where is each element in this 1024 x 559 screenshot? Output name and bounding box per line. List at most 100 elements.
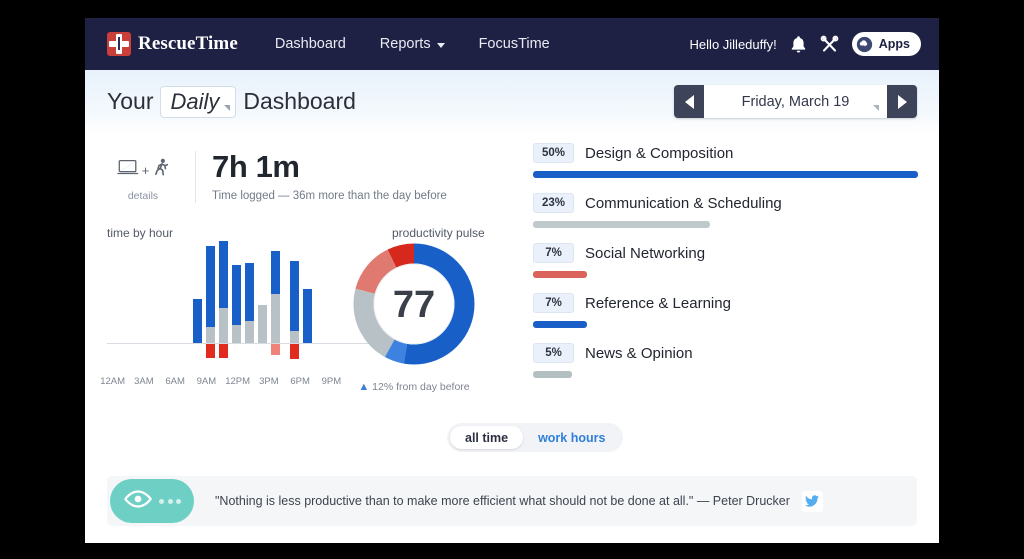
eye-pill[interactable] [110, 479, 194, 523]
nav-item-focustime[interactable]: FocusTime [462, 36, 567, 52]
bar-segment-productive [271, 251, 280, 294]
bar-segment-productive [290, 261, 299, 331]
brand-logo[interactable]: RescueTime [107, 32, 238, 56]
device-icons: + [107, 157, 179, 183]
category-bar-track [533, 171, 918, 178]
pulse-delta: ▲ 12% from day before [353, 381, 475, 393]
user-greeting: Hello Jilleduffy! [690, 37, 777, 52]
nav-item-reports[interactable]: Reports [363, 36, 462, 52]
category-name: Design & Composition [585, 145, 733, 162]
plus-sign: + [142, 163, 150, 178]
chart-bar[interactable] [219, 241, 228, 343]
category-bar [533, 221, 710, 228]
axis-tick-label: 12PM [222, 376, 253, 387]
category-percent: 5% [533, 343, 574, 363]
chart-baseline [107, 343, 379, 344]
chart-bar[interactable] [271, 251, 280, 343]
category-item[interactable]: 23% Communication & Scheduling [533, 193, 918, 228]
running-person-icon [152, 158, 169, 182]
summary-divider [195, 151, 196, 203]
bar-segment-productive [303, 289, 312, 343]
total-time-subtitle: Time logged — 36m more than the day befo… [212, 190, 447, 202]
category-item[interactable]: 7%Social Networking [533, 243, 918, 278]
chart-bar[interactable] [206, 246, 215, 343]
bar-segment-neutral [258, 305, 267, 343]
chart-bar[interactable] [258, 305, 267, 343]
chart-bar[interactable] [232, 265, 241, 343]
chart-bar[interactable] [193, 299, 202, 343]
productivity-pulse-donut: 77 [353, 243, 475, 365]
chart-bar[interactable] [245, 263, 254, 343]
page-title-bar: Your Daily Dashboard Friday, March 19 [85, 70, 939, 133]
productivity-pulse-label: productivity pulse [392, 226, 485, 240]
apps-button-label: Apps [879, 37, 910, 51]
cloud-arrow-icon [856, 36, 873, 53]
bar-segment-neutral [245, 321, 254, 343]
category-item[interactable]: 7%Reference & Learning [533, 293, 918, 328]
category-item[interactable]: 5% News & Opinion [533, 343, 918, 378]
page-title-prefix: Your [107, 88, 153, 115]
category-bar-track [533, 371, 918, 378]
apps-button[interactable]: Apps [852, 32, 921, 56]
category-bar-track [533, 271, 918, 278]
chart-bar[interactable] [290, 261, 299, 343]
eye-icon [123, 489, 153, 514]
chevron-down-icon [437, 43, 445, 48]
details-label: details [107, 190, 179, 202]
bar-segment-distracting [206, 344, 215, 358]
bar-segment-neutral [290, 331, 299, 343]
chart-x-axis: 12AM3AM6AM9AM12PM3PM6PM9PM [97, 376, 347, 387]
category-percent: 23% [533, 193, 574, 213]
quote-banner: "Nothing is less productive than to make… [107, 476, 917, 526]
date-prev-button[interactable] [674, 85, 704, 118]
dashboard-content: + details 7h 1m Time logged — 36m more t… [85, 133, 939, 543]
nav-item-reports-label: Reports [380, 36, 431, 52]
bar-segment-neutral [219, 308, 228, 343]
axis-tick-label: 12AM [97, 376, 128, 387]
up-arrow-icon: ▲ [358, 381, 369, 393]
bar-segment-productive [219, 241, 228, 308]
nav-links: Dashboard Reports FocusTime [258, 36, 567, 52]
nav-item-dashboard[interactable]: Dashboard [258, 36, 363, 52]
category-name: News & Opinion [585, 345, 693, 362]
nav-right-group: Hello Jilleduffy! [690, 32, 921, 56]
bar-segment-neutral [232, 325, 241, 343]
total-time-value: 7h 1m [212, 151, 447, 184]
chart-bar[interactable] [303, 289, 312, 343]
category-bar [533, 371, 572, 378]
letterbox-top [0, 0, 1024, 18]
category-bar-track [533, 221, 918, 228]
twitter-icon[interactable] [802, 491, 823, 512]
bar-segment-distracting [271, 344, 280, 355]
time-logged-block: 7h 1m Time logged — 36m more than the da… [212, 151, 447, 202]
quote-text: "Nothing is less productive than to make… [215, 494, 790, 508]
axis-tick-label: 3AM [128, 376, 159, 387]
dashboard-scope-select[interactable]: Daily [160, 86, 236, 118]
date-picker: Friday, March 19 [674, 85, 917, 118]
toggle-option-all-time[interactable]: all time [450, 426, 523, 449]
category-bar-track [533, 321, 918, 328]
axis-tick-label: 6PM [285, 376, 316, 387]
toggle-option-work-hours[interactable]: work hours [523, 426, 620, 449]
axis-tick-label: 9PM [316, 376, 347, 387]
category-bar [533, 271, 587, 278]
category-name: Reference & Learning [585, 295, 731, 312]
details-button[interactable]: + details [107, 151, 179, 202]
tools-icon[interactable] [820, 35, 839, 54]
date-display[interactable]: Friday, March 19 [704, 85, 887, 118]
nav-item-focustime-label: FocusTime [479, 36, 550, 52]
pulse-delta-text: 12% from day before [372, 381, 469, 393]
category-item[interactable]: 50%Design & Composition [533, 143, 918, 178]
bar-segment-productive [193, 299, 202, 343]
category-name: Communication & Scheduling [585, 195, 782, 212]
bar-segment-distracting [290, 344, 299, 359]
page-title-suffix: Dashboard [243, 88, 356, 115]
axis-tick-label: 3PM [253, 376, 284, 387]
bar-segment-productive [232, 265, 241, 325]
bar-segment-neutral [271, 294, 280, 343]
axis-tick-label: 9AM [191, 376, 222, 387]
chevron-left-icon [685, 95, 694, 109]
screenshot-root: RescueTime Dashboard Reports FocusTime H… [0, 0, 1024, 559]
bell-icon[interactable] [790, 35, 807, 54]
date-next-button[interactable] [887, 85, 917, 118]
